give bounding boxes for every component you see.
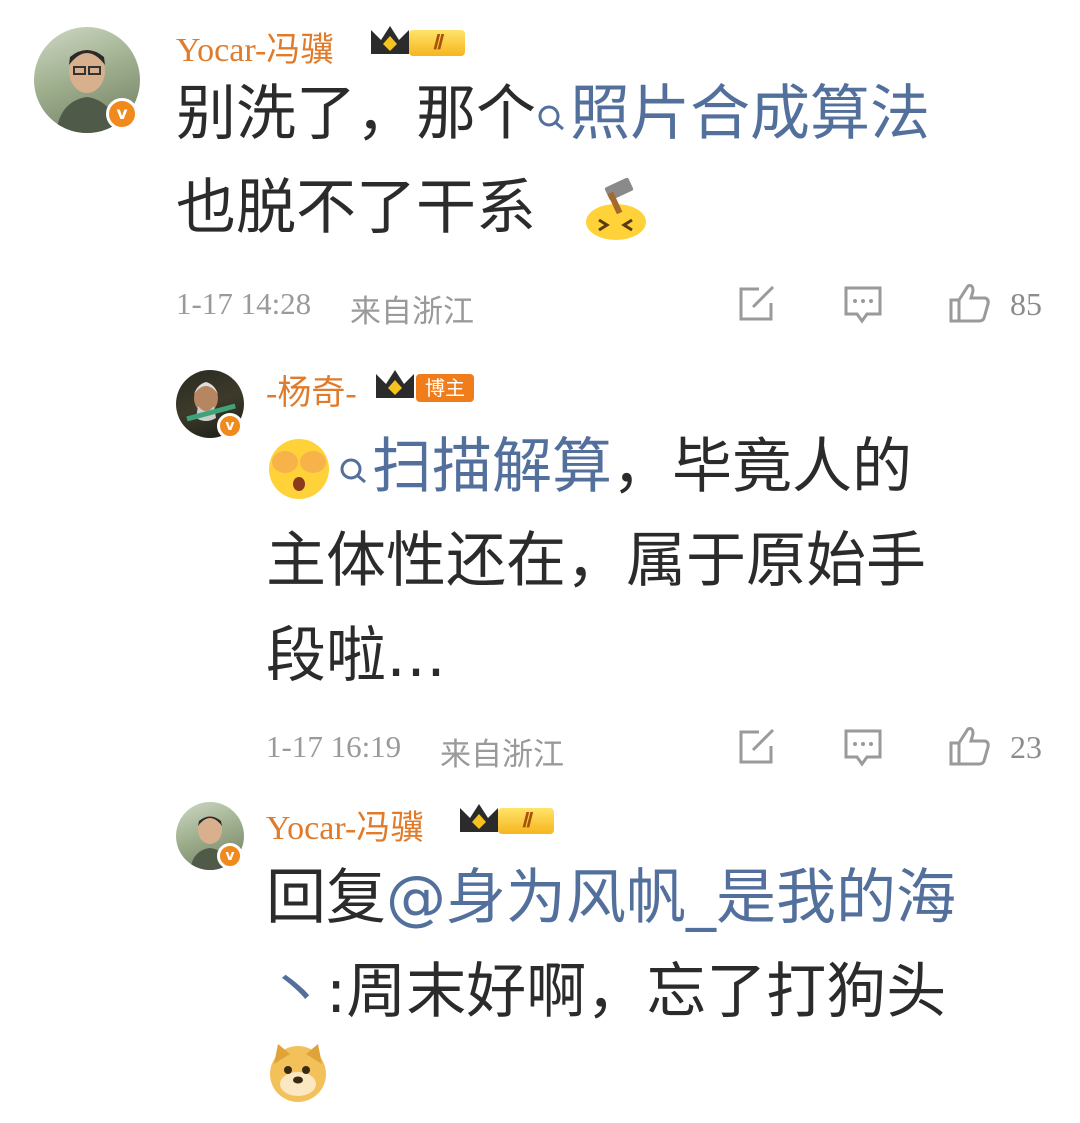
verified-badge: v [217, 413, 243, 439]
crown-icon [373, 366, 417, 408]
comment-text: ，毕竟人的 [612, 432, 912, 502]
comment-text-line: 也脱不了干系 [176, 178, 536, 238]
comment-time: 1-17 16:19 [266, 729, 402, 764]
cover-eyes-emoji [266, 436, 332, 506]
username[interactable]: -杨奇- [266, 365, 357, 414]
search-term: 照片合成算法 [570, 79, 930, 149]
like-icon[interactable] [948, 282, 992, 328]
like-count: 85 [1010, 286, 1042, 322]
reply-prefix: 回复 [266, 863, 386, 933]
level-badge: Ⅱ [498, 808, 554, 834]
search-term: 扫描解算 [372, 432, 612, 502]
search-link[interactable]: 照片合成算法 [536, 79, 930, 149]
mention-link[interactable]: @身为风帆_是我的海 [386, 863, 956, 933]
verified-badge: v [106, 98, 138, 130]
comment-time: 1-17 14:28 [176, 286, 312, 321]
comment-text: 别洗了，那个 [176, 79, 536, 149]
share-icon[interactable] [737, 728, 777, 770]
verified-badge: v [217, 843, 243, 869]
search-icon [340, 458, 366, 484]
comment-text-line: 主体性还在，属于原始手 [266, 526, 926, 596]
username[interactable]: Yocar-冯骥 [266, 800, 424, 849]
like-icon[interactable] [948, 725, 992, 771]
comment-text-line: 段啦… [266, 621, 446, 691]
username[interactable]: Yocar-冯骥 [176, 22, 334, 71]
comment-text-line: 回复@身为风帆_是我的海 [266, 868, 956, 928]
comment-text: 也脱不了干系 [176, 173, 536, 243]
comment-location: 来自浙江 [350, 294, 474, 329]
mention-link-cont[interactable]: 丶 [266, 957, 326, 1027]
comment-icon[interactable] [843, 727, 883, 773]
crown-icon [457, 800, 501, 842]
comment-icon[interactable] [843, 284, 883, 330]
comment-text: :周末好啊，忘了打狗头 [326, 957, 947, 1027]
doge-emoji [266, 1040, 330, 1108]
blogger-badge: 博主 [416, 374, 474, 402]
hammer-emoji [582, 177, 648, 244]
crown-icon [368, 22, 412, 64]
comment-text-line: 丶:周末好啊，忘了打狗头 [266, 962, 946, 1022]
like-count: 23 [1010, 729, 1042, 765]
comment-text-line: 扫描解算，毕竟人的 [338, 437, 912, 497]
comment-text-line: 别洗了，那个 照片合成算法 [176, 84, 930, 144]
comment-location: 来自浙江 [440, 737, 564, 772]
search-icon [538, 105, 564, 131]
search-link[interactable]: 扫描解算 [338, 432, 612, 502]
share-icon[interactable] [737, 285, 777, 327]
level-badge: Ⅱ [409, 30, 465, 56]
